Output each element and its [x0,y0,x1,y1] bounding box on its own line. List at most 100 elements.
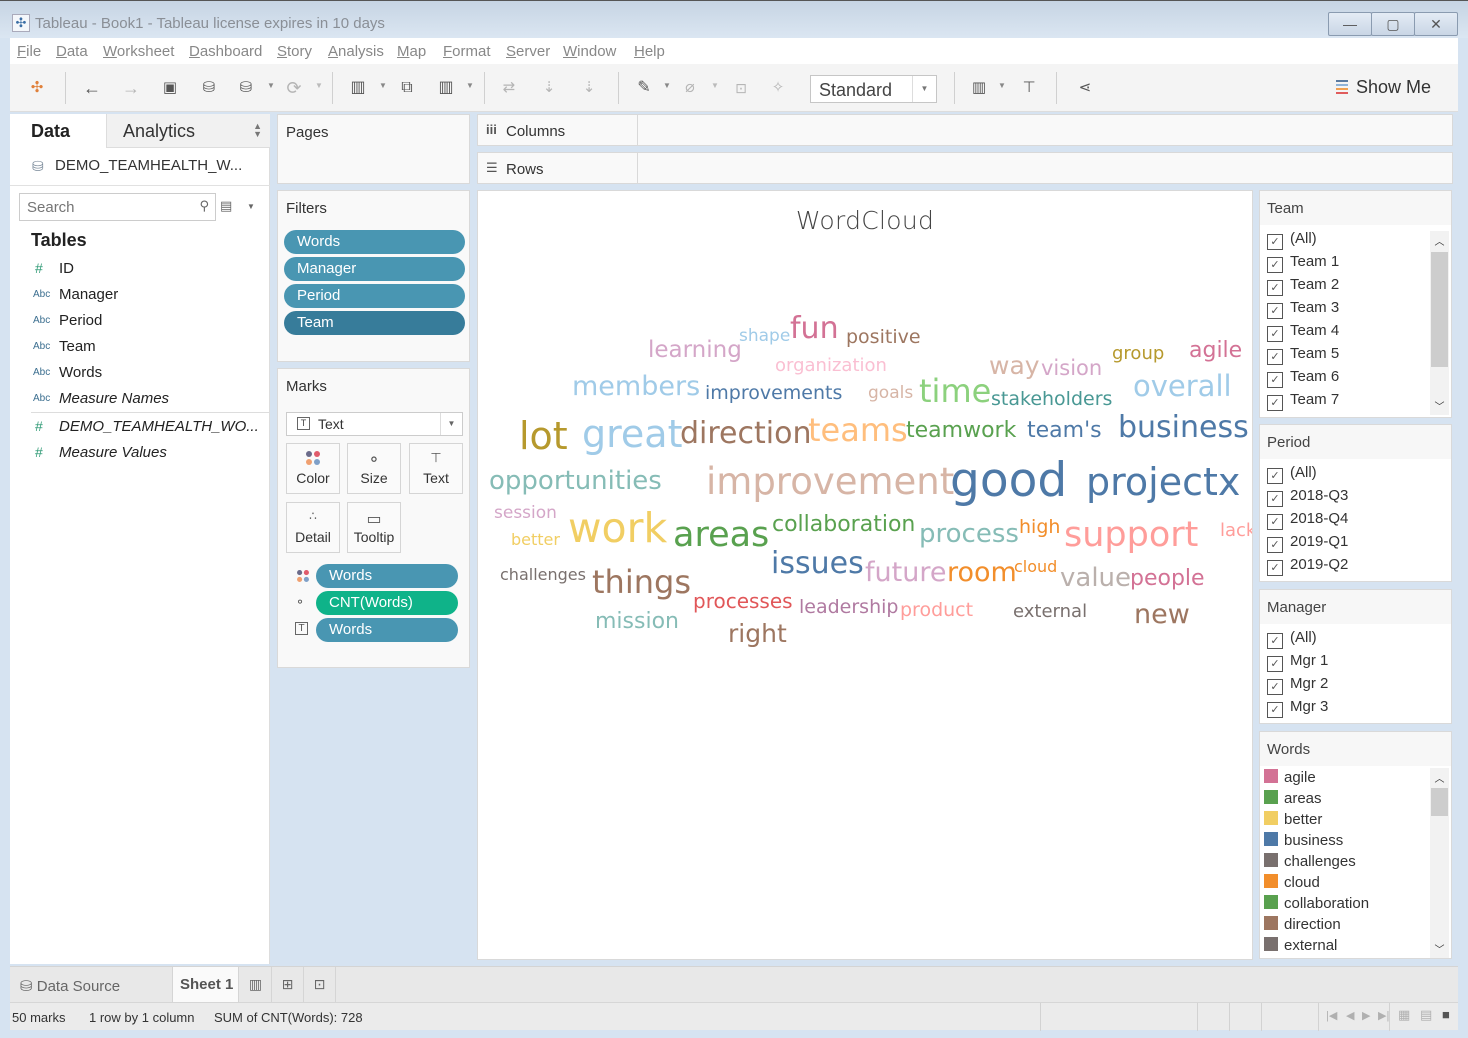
filter-pill-words[interactable]: Words [284,230,465,254]
tooltip-button[interactable]: ▭ Tooltip [347,502,401,553]
word-mark[interactable]: areas [673,518,769,553]
checkbox-checked-icon[interactable]: ✓ [1267,468,1283,484]
filmstrip-view-icon[interactable]: ▤ [1420,1007,1432,1023]
word-mark[interactable]: organization [775,357,887,375]
view-options-dropdown[interactable]: ▼ [247,202,255,211]
filter-option[interactable]: ✓ Team 1 [1267,253,1339,276]
filter-option[interactable]: ✓ (All) [1267,629,1317,652]
tab-view-icon[interactable]: ■ [1442,1007,1450,1022]
word-mark[interactable]: time [919,375,991,407]
checkbox-checked-icon[interactable]: ✓ [1267,349,1283,365]
redo-icon[interactable]: → [120,77,142,99]
word-mark[interactable]: teamwork [906,420,1016,442]
filter-option[interactable]: ✓ Mgr 3 [1267,698,1328,721]
word-mark[interactable]: challenges [500,567,586,583]
filter-option[interactable]: ✓ (All) [1267,230,1317,253]
grid-view-icon[interactable]: ▦ [1398,1007,1410,1023]
checkbox-checked-icon[interactable]: ✓ [1267,395,1283,411]
detail-button[interactable]: ∴ Detail [286,502,340,553]
checkbox-checked-icon[interactable]: ✓ [1267,326,1283,342]
filter-option[interactable]: ✓ Team 6 [1267,368,1339,391]
checkbox-checked-icon[interactable]: ✓ [1267,303,1283,319]
datasource-item[interactable]: ⛁ DEMO_TEAMHEALTH_W... [10,148,270,186]
word-mark[interactable]: leadership [799,598,898,617]
word-mark[interactable]: right [728,621,787,646]
viz-canvas[interactable]: WordCloud good projectx improvement work gre… [477,190,1253,960]
filter-option[interactable]: ✓ Team 4 [1267,322,1339,345]
presentation-icon[interactable]: ⊤ [1018,77,1040,99]
legend-item[interactable]: better [1264,811,1322,834]
clear-sheet-icon[interactable]: ▥ [435,77,457,99]
word-mark[interactable]: goals [868,385,913,402]
clear-sheet-dropdown[interactable]: ▼ [466,81,474,90]
mark-type-select[interactable]: T Text ▼ [286,412,463,436]
legend-item[interactable]: cloud [1264,874,1320,897]
minimize-button[interactable]: — [1328,12,1372,36]
word-mark[interactable]: lot [519,417,568,455]
word-mark[interactable]: fun [790,314,839,344]
word-mark[interactable]: team's [1027,420,1102,442]
tableau-logo-icon[interactable]: ✣ [26,77,48,99]
scroll-down-icon[interactable]: ﹀ [1430,398,1449,413]
checkbox-checked-icon[interactable]: ✓ [1267,702,1283,718]
field-item[interactable]: Abc Period [10,309,270,335]
field-item[interactable]: # ID [10,257,270,283]
checkbox-checked-icon[interactable]: ✓ [1267,234,1283,250]
menu-format[interactable]: Format [443,43,491,60]
checkbox-checked-icon[interactable]: ✓ [1267,372,1283,388]
filter-pill-team[interactable]: Team [284,311,465,335]
word-mark[interactable]: business [1118,413,1249,443]
group-icon[interactable]: ⌀ [679,77,701,99]
group-dropdown[interactable]: ▼ [711,81,719,90]
field-item[interactable]: Abc Measure Names [10,387,270,413]
menu-dashboard[interactable]: Dashboard [189,43,262,60]
checkbox-checked-icon[interactable]: ✓ [1267,633,1283,649]
word-mark[interactable]: improvement [706,463,954,500]
filter-option[interactable]: ✓ Mgr 2 [1267,675,1328,698]
filter-option[interactable]: ✓ Mgr 1 [1267,652,1328,675]
checkbox-checked-icon[interactable]: ✓ [1267,257,1283,273]
new-datasource-icon[interactable]: ⛁ [198,77,220,99]
scroll-up-icon[interactable]: ︿ [1430,233,1449,248]
legend-item[interactable]: collaboration [1264,895,1369,918]
filter-pill-manager[interactable]: Manager [284,257,465,281]
word-mark[interactable]: processes [693,591,793,611]
filter-option[interactable]: ✓ 2018-Q3 [1267,487,1348,510]
word-mark[interactable]: cloud [1014,559,1057,575]
word-mark[interactable]: overall [1133,372,1232,401]
menu-story[interactable]: Story [277,43,312,60]
color-button[interactable]: Color [286,443,340,494]
pages-shelf[interactable]: Pages [277,114,470,184]
filter-option[interactable]: ✓ Team 7 [1267,391,1339,414]
undo-icon[interactable]: ← [81,77,103,99]
word-mark[interactable]: work [568,508,667,549]
filters-shelf[interactable]: Filters Words Manager Period Team [277,190,470,362]
checkbox-checked-icon[interactable]: ✓ [1267,280,1283,296]
highlight-dropdown[interactable]: ▼ [663,81,671,90]
refresh-icon[interactable]: ⟳ [283,77,305,99]
filter-pill-period[interactable]: Period [284,284,465,308]
menu-worksheet[interactable]: Worksheet [103,43,174,60]
word-mark[interactable]: high [1019,518,1060,537]
text-button[interactable]: ⊤ Text [409,443,463,494]
last-page-icon[interactable]: ▶| [1378,1009,1389,1022]
new-worksheet-icon[interactable]: ▥ [240,967,272,1003]
fit-select[interactable]: Standard ▼ [810,75,937,103]
show-me-button[interactable]: Show Me [1336,77,1431,98]
legend-item[interactable]: areas [1264,790,1322,813]
checkbox-checked-icon[interactable]: ✓ [1267,537,1283,553]
word-mark[interactable]: things [592,566,691,598]
swap-rows-columns-icon[interactable]: ⇄ [498,77,520,99]
field-search[interactable]: ⚲ [19,193,216,221]
menu-file[interactable]: File [17,43,41,60]
word-mark[interactable]: shape [739,328,790,345]
maximize-button[interactable]: ▢ [1371,12,1415,36]
word-mark[interactable]: stakeholders [991,390,1112,409]
word-mark[interactable]: great [582,415,682,453]
share-icon[interactable]: ⋖ [1074,77,1096,99]
sort-icon[interactable]: ▲ ▼ [253,122,262,139]
search-input[interactable] [27,195,187,219]
word-mark[interactable]: direction [680,419,811,449]
pause-updates-icon[interactable]: ⛁ [235,77,257,99]
word-mark[interactable]: opportunities [489,468,662,494]
